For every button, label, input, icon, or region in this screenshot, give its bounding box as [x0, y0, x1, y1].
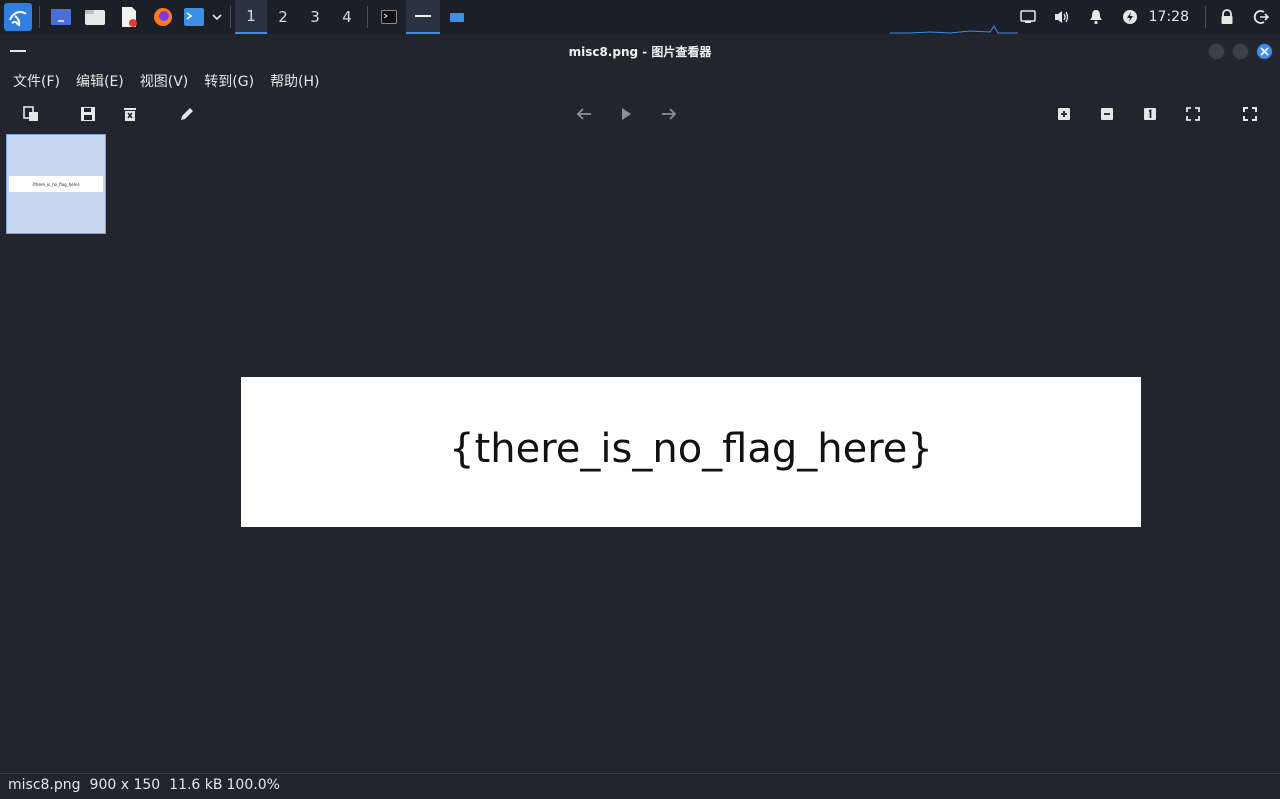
window-titlebar[interactable]: misc8.png - 图片查看器: [0, 36, 1280, 66]
maximize-button[interactable]: [1232, 43, 1249, 60]
status-dimensions: 900 x 150: [89, 777, 161, 793]
statusbar-divider: [0, 773, 1280, 774]
thumbnail-image: {there_is_no_flag_here}: [9, 176, 103, 192]
logout-icon[interactable]: [1248, 0, 1274, 34]
system-tray: 17:28: [1011, 0, 1280, 34]
play-icon: [622, 108, 631, 120]
menubar: 文件(F) 编辑(E) 视图(V) 转到(G) 帮助(H): [0, 68, 328, 94]
network-icon[interactable]: [1015, 0, 1041, 34]
menu-file[interactable]: 文件(F): [0, 71, 68, 91]
file-manager-icon[interactable]: [81, 3, 109, 31]
image-text: {there_is_no_flag_here}: [449, 426, 933, 472]
statusbar: misc8.png 900 x 150 11.6 kB 100.0%: [8, 775, 289, 795]
workspace-1[interactable]: 1: [235, 0, 267, 34]
zoom-in-icon: [1058, 108, 1070, 120]
status-zoom: 100.0%: [226, 777, 280, 793]
zoom-out-icon: [1101, 108, 1113, 120]
task-file-manager[interactable]: [440, 0, 474, 34]
status-filename: misc8.png: [8, 777, 81, 793]
show-desktop-icon[interactable]: [47, 3, 75, 31]
status-size: 11.6 kB: [169, 777, 223, 793]
workspace-4[interactable]: 4: [331, 0, 363, 34]
edit-button[interactable]: [175, 102, 199, 126]
save-icon: [81, 107, 95, 121]
trash-icon: [124, 108, 136, 121]
menu-view[interactable]: 视图(V): [132, 71, 197, 91]
image-canvas[interactable]: {there_is_no_flag_here}: [241, 377, 1141, 527]
close-button[interactable]: [1256, 43, 1273, 60]
zoom-in-button[interactable]: [1052, 102, 1076, 126]
zoom-out-button[interactable]: [1095, 102, 1119, 126]
terminal-launcher-icon[interactable]: [183, 3, 205, 31]
zoom-original-icon: [1144, 108, 1156, 120]
panel-launchers: 1 2 3 4: [0, 0, 474, 34]
workspace-3[interactable]: 3: [299, 0, 331, 34]
zoom-100-button[interactable]: [1138, 102, 1162, 126]
arrow-left-icon: [576, 108, 591, 120]
play-slideshow-button[interactable]: [614, 102, 638, 126]
menu-edit[interactable]: 编辑(E): [68, 71, 132, 91]
arrow-right-icon: [662, 108, 677, 120]
text-editor-icon[interactable]: [115, 3, 143, 31]
previous-button[interactable]: [572, 102, 596, 126]
save-button[interactable]: [76, 102, 100, 126]
chevron-down-icon[interactable]: [210, 3, 224, 31]
task-terminal[interactable]: [372, 0, 406, 34]
copy-to-button[interactable]: [19, 102, 43, 126]
thumbnail-text: {there_is_no_flag_here}: [31, 181, 81, 187]
next-button[interactable]: [657, 102, 681, 126]
zoom-fit-icon: [1186, 107, 1200, 121]
power-manager-icon[interactable]: [1117, 0, 1143, 34]
menu-help[interactable]: 帮助(H): [262, 71, 327, 91]
delete-button[interactable]: [118, 102, 142, 126]
window-title: misc8.png - 图片查看器: [568, 45, 712, 59]
menu-goto[interactable]: 转到(G): [196, 71, 262, 91]
kali-menu-icon[interactable]: [4, 3, 32, 31]
lock-icon[interactable]: [1214, 0, 1240, 34]
clock[interactable]: 17:28: [1149, 9, 1189, 25]
zoom-fit-button[interactable]: [1181, 102, 1205, 126]
cpu-graph: [890, 25, 1018, 34]
notifications-icon[interactable]: [1083, 0, 1109, 34]
top-panel: 1 2 3 4 17:28: [0, 0, 1280, 34]
thumbnail-item[interactable]: {there_is_no_flag_here}: [6, 134, 106, 234]
copy-icon: [23, 106, 38, 121]
toolbar: [0, 98, 1280, 130]
task-image-viewer[interactable]: [406, 0, 440, 34]
workspace-2[interactable]: 2: [267, 0, 299, 34]
fullscreen-icon: [1243, 107, 1257, 121]
close-icon: [1260, 47, 1269, 56]
pencil-icon: [181, 108, 193, 120]
volume-icon[interactable]: [1049, 0, 1075, 34]
minimize-button[interactable]: [1208, 43, 1225, 60]
fullscreen-button[interactable]: [1238, 102, 1262, 126]
firefox-icon[interactable]: [149, 3, 177, 31]
